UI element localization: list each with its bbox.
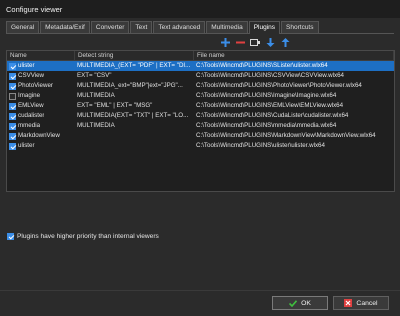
plugin-name: CSVView xyxy=(18,72,45,79)
plugin-row[interactable]: CSVView EXT= "CSV" C:\Tools\Wincmd\PLUGINS… xyxy=(7,71,394,81)
plugin-name: mmedia xyxy=(18,122,41,129)
plugin-row[interactable]: ulister MULTIMEDIA_(EXT= "PDF" | EXT= "DI… xyxy=(7,61,394,71)
add-plugin-button[interactable] xyxy=(220,37,230,47)
title-bar: Configure viewer xyxy=(0,0,400,18)
plugin-enabled-checkbox[interactable] xyxy=(9,82,16,90)
plugin-name-cell: PhotoViewer xyxy=(7,81,75,91)
plugin-enabled-checkbox[interactable] xyxy=(9,62,16,70)
plugin-name: PhotoViewer xyxy=(18,82,53,89)
plugin-file-name: C:\Tools\Wincmd\PLUGINS\CSVView\CSVView.… xyxy=(196,72,344,79)
remove-plugin-button[interactable] xyxy=(235,37,245,47)
footer-divider xyxy=(0,290,400,291)
plugin-detect-string: MULTIMEDIA xyxy=(77,122,115,129)
plugin-name-cell: mmedia xyxy=(7,121,75,131)
cancel-button[interactable]: Cancel xyxy=(333,296,389,310)
plugin-file-name: C:\Tools\Wincmd\PLUGINS\MarkdownView\Mar… xyxy=(196,132,376,139)
plugin-name-cell: Imagine xyxy=(7,91,75,101)
plugin-file-name: C:\Tools\Wincmd\PLUGINS\CudaLister\cudal… xyxy=(196,112,349,119)
plugin-file-name: C:\Tools\Wincmd\PLUGINS\EMLView\EMLView.… xyxy=(196,102,344,109)
plugin-enabled-checkbox[interactable] xyxy=(9,122,16,130)
plugin-enabled-checkbox[interactable] xyxy=(9,92,16,100)
column-header-name[interactable]: Name xyxy=(7,51,75,60)
move-up-button[interactable] xyxy=(280,37,290,47)
plugin-detect-string: MULTIMEDIA xyxy=(77,92,115,99)
column-header-detect-string[interactable]: Detect string xyxy=(75,51,194,60)
plugin-detect-string: MULTIMEDIA_ext="BMP"|ext="JPG"... xyxy=(77,82,183,89)
plugin-detect-string: EXT= "EML" | EXT= "MSG" xyxy=(77,102,153,109)
ok-label: OK xyxy=(301,299,311,307)
priority-option[interactable]: Plugins have higher priority than intern… xyxy=(7,233,159,240)
plugin-detect-string xyxy=(75,131,194,141)
tab-multimedia[interactable]: Multimedia xyxy=(206,21,248,33)
plugin-name: MarkdownView xyxy=(18,132,60,139)
plugin-name-cell: MarkdownView xyxy=(7,131,75,141)
plugin-name: ulister xyxy=(18,62,35,69)
add-icon xyxy=(220,37,230,47)
plugin-enabled-checkbox[interactable] xyxy=(9,142,16,150)
plugin-name-cell: cudalister xyxy=(7,111,75,121)
move-down-icon xyxy=(266,37,274,47)
plugin-detect-string: MULTIMEDIA_(EXT= "PDF" | EXT= "DI... xyxy=(77,62,191,69)
plugin-row[interactable]: ulister C:\Tools\Wincmd\PLUGINS\ulister\u… xyxy=(7,141,394,151)
plugin-name-cell: ulister xyxy=(7,141,75,151)
plugin-file-name: C:\Tools\Wincmd\PLUGINS\PhotoViewer\Phot… xyxy=(196,82,362,89)
plugin-enabled-checkbox[interactable] xyxy=(9,102,16,110)
priority-label: Plugins have higher priority than intern… xyxy=(17,233,159,240)
plugin-file-name: C:\Tools\Wincmd\PLUGINS\ulister\ulister.… xyxy=(196,142,325,149)
plugin-name: Imagine xyxy=(18,92,41,99)
plugin-name-cell: EMLView xyxy=(7,101,75,111)
cancel-label: Cancel xyxy=(356,299,378,307)
plugin-detect-string xyxy=(75,141,194,151)
tab-text[interactable]: Text xyxy=(130,21,153,33)
plugin-row[interactable]: cudalister MULTIMEDIA(EXT= "TXT" | EXT= "… xyxy=(7,111,394,121)
tab-plugins[interactable]: Plugins xyxy=(248,21,281,34)
edit-plugin-button[interactable] xyxy=(250,37,260,47)
plugin-rows: ulister MULTIMEDIA_(EXT= "PDF" | EXT= "DI… xyxy=(7,61,394,151)
plugin-list[interactable]: Name Detect string File name ulister MULT… xyxy=(6,50,395,192)
plugin-name-cell: ulister xyxy=(7,61,75,71)
plugin-file-name: C:\Tools\Wincmd\PLUGINS\mmedia\mmedia.wl… xyxy=(196,122,337,129)
column-header-file-name[interactable]: File name xyxy=(194,51,394,60)
tab-text-advanced[interactable]: Text advanced xyxy=(153,21,206,33)
plugin-row[interactable]: Imagine MULTIMEDIA C:\Tools\Wincmd\PLUGINS… xyxy=(7,91,394,101)
tab-shortcuts[interactable]: Shortcuts xyxy=(281,21,319,33)
priority-checkbox[interactable] xyxy=(7,233,14,240)
window-title: Configure viewer xyxy=(6,4,63,14)
plugin-name: ulister xyxy=(18,142,35,149)
plugin-file-name: C:\Tools\Wincmd\PLUGINS\Imagine\Imagine.… xyxy=(196,92,337,99)
ok-button[interactable]: OK xyxy=(272,296,328,310)
plugin-enabled-checkbox[interactable] xyxy=(9,112,16,120)
edit-icon xyxy=(250,38,260,46)
remove-icon xyxy=(235,41,245,43)
plugin-name-cell: CSVView xyxy=(7,71,75,81)
plugin-row[interactable]: mmedia MULTIMEDIA C:\Tools\Wincmd\PLUGINS\… xyxy=(7,121,394,131)
tab-bar: General Metadata/Exif Converter Text Text ad… xyxy=(6,21,394,34)
tab-metadata-exif[interactable]: Metadata/Exif xyxy=(40,21,90,33)
move-up-icon xyxy=(281,37,289,47)
plugin-toolbar xyxy=(220,37,290,47)
plugin-detect-string: EXT= "CSV" xyxy=(77,72,112,79)
configure-viewer-dialog: Configure viewer General Metadata/Exif Con… xyxy=(0,0,400,316)
tab-converter[interactable]: Converter xyxy=(90,21,130,33)
close-icon xyxy=(344,299,353,307)
list-header: Name Detect string File name xyxy=(7,51,394,61)
plugin-row[interactable]: PhotoViewer MULTIMEDIA_ext="BMP"|ext="JPG… xyxy=(7,81,394,91)
move-down-button[interactable] xyxy=(265,37,275,47)
checkmark-icon xyxy=(289,299,298,307)
plugin-enabled-checkbox[interactable] xyxy=(9,132,16,140)
tab-general[interactable]: General xyxy=(6,21,40,33)
plugin-file-name: C:\Tools\Wincmd\PLUGINS\SLister\ulister.… xyxy=(196,62,328,69)
plugin-name: EMLView xyxy=(18,102,44,109)
plugin-row[interactable]: EMLView EXT= "EML" | EXT= "MSG" C:\Tools\W… xyxy=(7,101,394,111)
plugin-detect-string: MULTIMEDIA(EXT= "TXT" | EXT= "LO... xyxy=(77,112,189,119)
plugin-name: cudalister xyxy=(18,112,45,119)
plugin-enabled-checkbox[interactable] xyxy=(9,72,16,80)
plugin-row[interactable]: MarkdownView C:\Tools\Wincmd\PLUGINS\Mark… xyxy=(7,131,394,141)
